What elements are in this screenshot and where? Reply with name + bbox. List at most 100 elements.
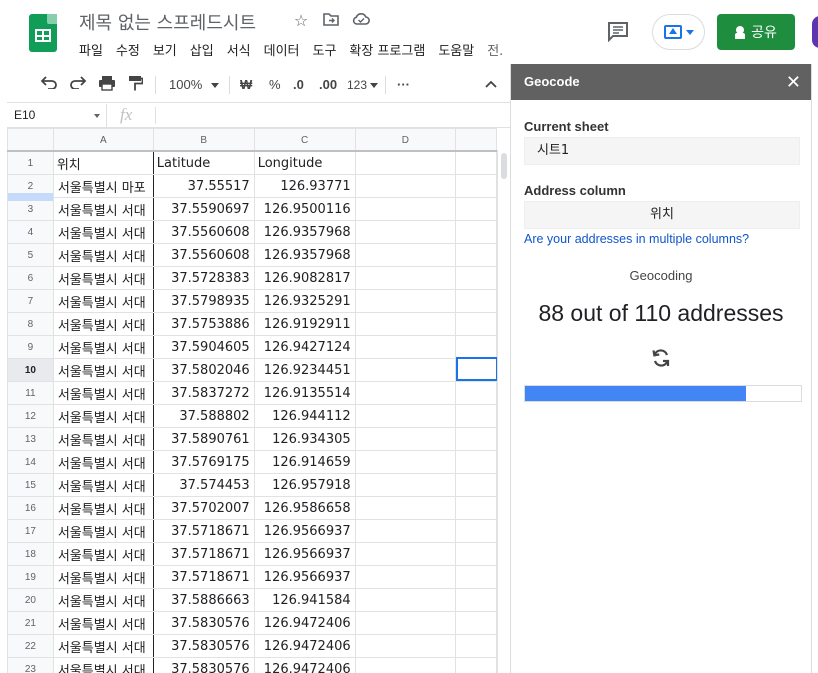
cell-b[interactable]: 37.5718671 [152,519,255,543]
cell-e[interactable] [455,266,497,290]
spreadsheet-grid[interactable]: A B C D 1 위치 Latitude Longitude 2 서울특별시 마포 37.… [7,128,497,673]
cell-d[interactable] [354,634,457,658]
cell-c[interactable]: 126.9427124 [253,335,356,359]
cell-e[interactable] [455,496,497,520]
name-box[interactable]: E10 [7,104,107,127]
cell-b[interactable]: 37.5590697 [152,197,255,221]
cloud-status-icon[interactable] [350,12,372,32]
cell-a[interactable]: 서울특별시 서대 [52,312,154,336]
select-all-corner[interactable] [7,128,54,152]
cell-e[interactable] [455,588,497,612]
cell-d[interactable] [354,312,457,336]
cell-b[interactable]: Latitude [152,151,255,175]
frozen-row-divider[interactable] [7,150,497,152]
cell-a[interactable]: 서울특별시 서대 [52,542,154,566]
menu-format[interactable]: 서식 [227,40,251,59]
cell-e[interactable] [455,358,497,382]
cell-a[interactable]: 서울특별시 서대 [52,519,154,543]
zoom-select[interactable]: 100% [169,75,202,95]
cell-a[interactable]: 서울특별시 서대 [52,427,154,451]
close-icon[interactable]: ✕ [786,64,801,100]
row-header[interactable]: 14 [7,450,54,474]
cell-d[interactable] [354,427,457,451]
sheets-logo-icon[interactable] [29,14,57,52]
cell-c[interactable]: 126.957918 [253,473,356,497]
menu-help[interactable]: 도움말 [438,40,474,59]
cell-e[interactable] [455,220,497,244]
multiple-columns-link[interactable]: Are your addresses in multiple columns? [524,232,749,246]
redo-icon[interactable] [69,75,87,95]
cell-c[interactable]: 126.9325291 [253,289,356,313]
cell-e[interactable] [455,519,497,543]
cell-c[interactable]: 126.9135514 [253,381,356,405]
avatar[interactable] [812,16,818,48]
cell-c[interactable]: 126.9566937 [253,542,356,566]
cell-d[interactable] [354,266,457,290]
column-header-d[interactable]: D [354,128,457,152]
cell-b[interactable]: 37.5798935 [152,289,255,313]
menu-tools[interactable]: 도구 [313,40,337,59]
cell-b[interactable]: 37.5718671 [152,542,255,566]
cell-a[interactable]: 서울특별시 서대 [52,588,154,612]
cell-b[interactable]: 37.5890761 [152,427,255,451]
share-button[interactable]: 공유 [717,14,795,50]
cell-c[interactable]: 126.9357968 [253,243,356,267]
cell-a[interactable]: 서울특별시 서대 [52,381,154,405]
cell-e[interactable] [455,335,497,359]
cell-b[interactable]: 37.5718671 [152,565,255,589]
currency-format-button[interactable]: ₩ [240,75,252,95]
row-header[interactable]: 15 [7,473,54,497]
cell-d[interactable] [354,289,457,313]
cell-b[interactable]: 37.5560608 [152,220,255,244]
row-header[interactable]: 5 [7,243,54,267]
percent-format-button[interactable]: % [269,75,281,95]
cell-b[interactable]: 37.5753886 [152,312,255,336]
menu-data[interactable]: 데이터 [264,40,300,59]
cell-d[interactable] [354,565,457,589]
cell-a[interactable]: 서울특별시 서대 [52,289,154,313]
cell-a[interactable]: 서울특별시 서대 [52,243,154,267]
cell-e[interactable] [455,381,497,405]
row-header[interactable]: 6 [7,266,54,290]
menu-file[interactable]: 파일 [79,40,103,59]
print-icon[interactable] [98,75,116,95]
cell-c[interactable]: 126.9586658 [253,496,356,520]
menu-view[interactable]: 보기 [153,40,177,59]
formula-input[interactable] [159,104,509,127]
cell-a[interactable]: 서울특별시 서대 [52,473,154,497]
row-header[interactable]: 13 [7,427,54,451]
cell-c[interactable]: 126.914659 [253,450,356,474]
cell-b[interactable]: 37.5830576 [152,634,255,658]
cell-b[interactable]: 37.5769175 [152,450,255,474]
cell-b[interactable]: 37.5560608 [152,243,255,267]
vertical-scrollbar[interactable] [497,150,510,673]
cell-a[interactable]: 서울특별시 서대 [52,197,154,221]
cell-d[interactable] [354,358,457,382]
more-options-icon[interactable]: ··· [397,75,410,95]
cell-b[interactable]: 37.5802046 [152,358,255,382]
cell-a[interactable]: 서울특별시 서대 [52,335,154,359]
cell-a[interactable]: 서울특별시 서대 [52,450,154,474]
cell-a[interactable]: 서울특별시 서대 [52,657,154,673]
cell-e[interactable] [455,473,497,497]
row-header[interactable]: 23 [7,657,54,673]
cell-b[interactable]: 37.5904605 [152,335,255,359]
cell-e[interactable] [455,404,497,428]
cell-e[interactable] [455,197,497,221]
cell-d[interactable] [354,657,457,673]
cell-e[interactable] [455,151,497,175]
chevron-up-icon[interactable] [484,75,498,95]
menu-last-edit[interactable]: 전. [487,40,503,59]
cell-d[interactable] [354,496,457,520]
current-sheet-field[interactable]: 시트1 [524,137,800,165]
cell-a[interactable]: 서울특별시 서대 [52,611,154,635]
cell-c[interactable]: 126.9566937 [253,565,356,589]
document-title[interactable]: 제목 없는 스프레드시트 [79,9,256,35]
cell-b[interactable]: 37.574453 [152,473,255,497]
column-header-c[interactable]: C [253,128,356,152]
cell-c[interactable]: 126.9500116 [253,197,356,221]
cell-a[interactable]: 서울특별시 서대 [52,496,154,520]
cell-a[interactable]: 위치 [52,151,154,175]
cell-e[interactable] [455,542,497,566]
cell-d[interactable] [354,588,457,612]
